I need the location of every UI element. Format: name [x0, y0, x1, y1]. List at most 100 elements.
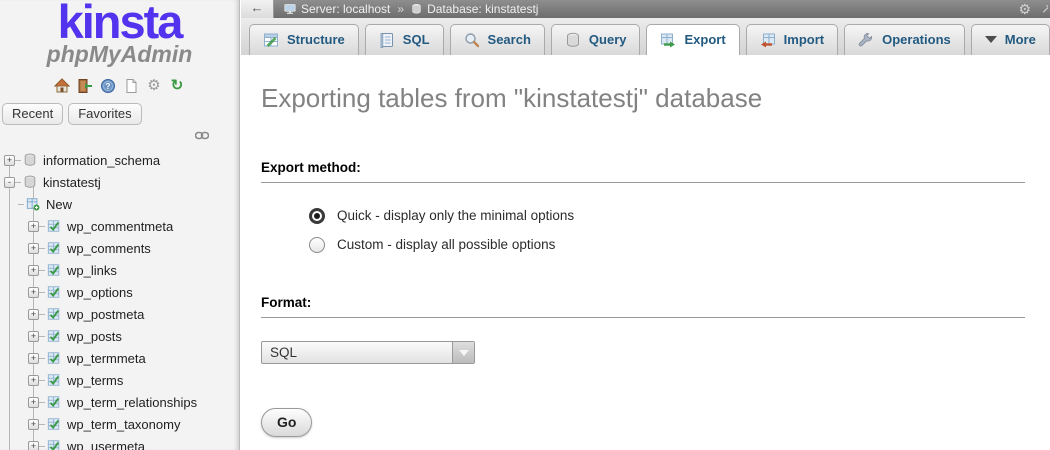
quick-radio[interactable]: [309, 208, 325, 224]
table-icon: [47, 307, 61, 321]
table-icon: [47, 395, 61, 409]
tree-table-wp-commentmeta[interactable]: + wp_commentmeta: [0, 215, 239, 237]
export-method-heading: Export method:: [261, 160, 1025, 183]
format-selected-value: SQL: [262, 342, 474, 363]
table-icon: [47, 285, 61, 299]
tree-table-wp-usermeta[interactable]: + wp_usermeta: [0, 435, 239, 450]
page-title: Exporting tables from "kinstatestj" data…: [261, 83, 1025, 114]
table-icon: [47, 219, 61, 233]
format-select[interactable]: SQL: [261, 341, 475, 364]
database-crumb[interactable]: Database: kinstatestj: [427, 2, 538, 16]
server-crumb[interactable]: Server: localhost: [301, 2, 390, 16]
settings-icon[interactable]: ⚙: [146, 78, 162, 94]
query-icon: [565, 32, 581, 48]
tree-table-wp-postmeta[interactable]: + wp_postmeta: [0, 303, 239, 325]
breadcrumb-separator: »: [397, 2, 404, 16]
import-icon: [760, 32, 776, 48]
database-menu-tabs: Structure SQL Search Query Export Import: [241, 18, 1050, 55]
tree-db-kinstatestj[interactable]: - kinstatestj: [0, 171, 239, 193]
navigation-sidebar: kinsta phpMyAdmin ? ⚙ ↻ Recent Favorites: [0, 0, 240, 450]
structure-icon: [263, 32, 279, 48]
expand-icon[interactable]: +: [28, 441, 39, 450]
tab-search[interactable]: Search: [450, 24, 545, 55]
tree-table-wp-term-relationships[interactable]: + wp_term_relationships: [0, 391, 239, 413]
sidebar-panel-tabs: Recent Favorites: [2, 103, 239, 125]
search-icon: [464, 32, 480, 48]
table-icon: [47, 417, 61, 431]
logo-area[interactable]: kinsta phpMyAdmin: [0, 0, 239, 66]
quick-export-option[interactable]: Quick - display only the minimal options: [309, 201, 1025, 230]
expand-icon[interactable]: +: [28, 419, 39, 430]
server-icon: [284, 3, 296, 15]
tab-more[interactable]: More: [971, 24, 1050, 55]
unlink-panel-icon[interactable]: [195, 131, 209, 140]
expand-icon[interactable]: +: [28, 353, 39, 364]
page-settings-icon[interactable]: ⚙: [1018, 1, 1031, 18]
logout-icon[interactable]: [77, 78, 93, 94]
expand-panel-icon[interactable]: ↗: [1041, 1, 1048, 17]
tab-operations[interactable]: Operations: [844, 24, 965, 55]
tree-table-wp-term-taxonomy[interactable]: + wp_term_taxonomy: [0, 413, 239, 435]
expand-icon[interactable]: +: [28, 221, 39, 232]
expand-icon[interactable]: +: [28, 243, 39, 254]
expand-icon[interactable]: +: [28, 375, 39, 386]
sql-icon: [379, 32, 395, 48]
tab-export[interactable]: Export: [646, 24, 739, 55]
table-icon: [47, 263, 61, 277]
topbar-actions: ⚙ ↗: [1018, 1, 1050, 18]
new-table-icon: [26, 197, 40, 211]
back-button[interactable]: ←: [241, 0, 274, 18]
database-tree: + information_schema - kinstatestj New +: [0, 149, 239, 450]
expand-icon[interactable]: +: [28, 309, 39, 320]
tree-item-new-table[interactable]: New: [0, 193, 239, 215]
export-page: Exporting tables from "kinstatestj" data…: [241, 83, 1050, 437]
database-icon: [411, 3, 422, 15]
refresh-icon[interactable]: ↻: [169, 78, 185, 94]
table-icon: [47, 373, 61, 387]
svg-text:?: ?: [106, 82, 111, 91]
help-icon[interactable]: ?: [100, 78, 116, 94]
main-panel: ← Server: localhost » Database: kinstate…: [241, 0, 1050, 450]
sidebar-toolbar: ? ⚙ ↻: [0, 77, 239, 94]
tab-query[interactable]: Query: [551, 24, 641, 55]
link-row: [0, 131, 239, 141]
expand-icon[interactable]: +: [28, 397, 39, 408]
tree-table-wp-posts[interactable]: + wp_posts: [0, 325, 239, 347]
tab-structure[interactable]: Structure: [249, 24, 359, 55]
go-button[interactable]: Go: [261, 408, 312, 437]
collapse-icon[interactable]: -: [4, 177, 15, 188]
tree-table-wp-options[interactable]: + wp_options: [0, 281, 239, 303]
export-icon: [660, 32, 676, 48]
table-icon: [47, 241, 61, 255]
database-icon: [23, 153, 37, 167]
docs-icon[interactable]: [123, 78, 139, 94]
tab-import[interactable]: Import: [746, 24, 838, 55]
tree-table-wp-comments[interactable]: + wp_comments: [0, 237, 239, 259]
favorites-tab[interactable]: Favorites: [68, 103, 141, 125]
expand-icon[interactable]: +: [4, 155, 15, 166]
tree-db-information-schema[interactable]: + information_schema: [0, 149, 239, 171]
tree-table-wp-links[interactable]: + wp_links: [0, 259, 239, 281]
table-icon: [47, 329, 61, 343]
expand-icon[interactable]: +: [28, 331, 39, 342]
expand-icon[interactable]: +: [28, 265, 39, 276]
export-method-options: Quick - display only the minimal options…: [309, 201, 1025, 259]
operations-icon: [858, 32, 874, 48]
table-icon: [47, 351, 61, 365]
tree-table-wp-terms[interactable]: + wp_terms: [0, 369, 239, 391]
server-breadcrumb-bar: ← Server: localhost » Database: kinstate…: [241, 0, 1050, 18]
custom-export-option[interactable]: Custom - display all possible options: [309, 230, 1025, 259]
custom-radio[interactable]: [309, 237, 325, 253]
kinsta-logo[interactable]: kinsta: [0, 0, 239, 44]
select-dropdown-arrow[interactable]: [452, 342, 474, 363]
phpmyadmin-wordmark: phpMyAdmin: [0, 42, 239, 66]
expand-icon[interactable]: +: [28, 287, 39, 298]
tab-sql[interactable]: SQL: [365, 24, 444, 55]
format-heading: Format:: [261, 295, 1025, 318]
recent-tab[interactable]: Recent: [2, 103, 63, 125]
database-icon: [23, 175, 37, 189]
chevron-down-icon: [985, 36, 997, 43]
table-icon: [47, 439, 61, 450]
tree-table-wp-termmeta[interactable]: + wp_termmeta: [0, 347, 239, 369]
home-icon[interactable]: [54, 78, 70, 94]
